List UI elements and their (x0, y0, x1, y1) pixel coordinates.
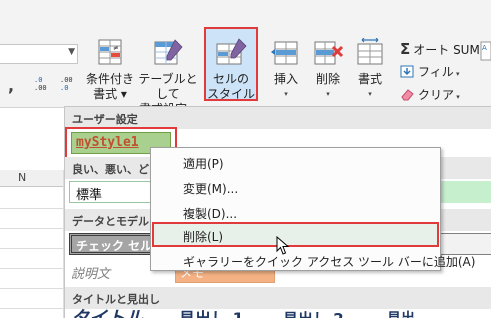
section-header-titles: タイトルと見出し (65, 287, 491, 309)
number-format-combo[interactable]: ▼ (0, 44, 78, 64)
clear-label: クリア (418, 88, 455, 102)
grid-line (0, 208, 64, 209)
conditional-formatting-button[interactable]: ≠ 条件付き 書式 ▾ (84, 38, 136, 104)
style-tile-explanatory[interactable]: 説明文 (69, 261, 163, 283)
column-header-row: N (0, 170, 64, 187)
insert-label: 挿入 (273, 72, 298, 86)
svg-text:A: A (482, 44, 487, 52)
increase-decimal-button[interactable]: .0 .00 (34, 76, 54, 92)
decrease-decimal-top-label: .00 (60, 76, 73, 84)
style-tile-heading1[interactable]: 見出し 1 (179, 308, 244, 318)
autosum-label: オート SUM (413, 43, 480, 57)
conditional-formatting-icon: ≠ (98, 39, 122, 65)
mouse-pointer-icon (276, 236, 290, 255)
autosum-button[interactable]: Σオート SUM ▾ (400, 40, 486, 58)
menu-item-delete[interactable]: 削除(L) (152, 222, 439, 247)
style-tile-heading2[interactable]: 見出し 2 (283, 308, 344, 318)
style-tile-good[interactable] (435, 181, 491, 203)
sigma-icon: Σ (400, 40, 411, 58)
cell-styles-icon (216, 38, 247, 65)
cell-styles-button[interactable]: セルの スタイル ▾ (204, 27, 258, 116)
decrease-decimal-bottom-label: .0 (60, 84, 69, 92)
style-tile-normal[interactable]: 標準 (69, 181, 163, 203)
insert-caret: ▾ (284, 90, 288, 98)
menu-item-apply[interactable]: 適用(P) (152, 150, 439, 174)
section-header-user: ユーザー設定 (65, 107, 491, 129)
format-cells-button[interactable]: 書式 ▾ (352, 38, 388, 104)
ribbon: ▼ , .0 .00 .00 .0 数値 ≠ 条件付き 書式 ▾ (0, 0, 491, 121)
chevron-down-icon: ▾ (454, 93, 460, 101)
format-cells-icon (357, 38, 383, 65)
sort-filter-icon[interactable]: A (480, 40, 491, 62)
title-styles-row: タイトル 見出し 1 見出し 2 見出 (71, 308, 491, 318)
chevron-down-icon[interactable]: ▼ (68, 47, 75, 57)
style-tile-title[interactable]: タイトル (71, 308, 143, 318)
format-as-table-label-1: テーブルとして (138, 72, 198, 101)
delete-caret: ▾ (326, 90, 330, 98)
menu-item-duplicate[interactable]: 複製(D)... (152, 200, 439, 224)
grid-line (0, 268, 64, 269)
delete-label: 削除 (315, 72, 340, 86)
style-tile-heading3[interactable]: 見出 (387, 308, 415, 318)
fill-label: フィル (418, 65, 454, 79)
insert-cells-button[interactable]: 挿入 ▾ (268, 38, 304, 104)
format-caret: ▾ (368, 90, 372, 98)
decrease-decimal-button[interactable]: .00 .0 (60, 76, 80, 92)
menu-item-add-to-quick-access[interactable]: ギャラリーをクイック アクセス ツール バーに追加(A) (152, 248, 475, 272)
style-context-menu: 適用(P) 変更(M)... 複製(D)... 削除(L) ギャラリーをクイック… (150, 147, 475, 272)
delete-cells-button[interactable]: 削除 ▾ (309, 38, 347, 104)
grid-line (0, 228, 64, 229)
format-label: 書式 (357, 72, 382, 86)
grid-line (0, 288, 64, 289)
style-tile-input[interactable] (435, 233, 491, 255)
conditional-formatting-label-2: 書式 ▾ (93, 87, 127, 101)
comma-style-button[interactable]: , (8, 76, 22, 95)
chevron-down-icon: ▾ (453, 70, 460, 78)
insert-cells-icon (271, 41, 298, 65)
grid-line (0, 248, 64, 249)
menu-item-modify[interactable]: 変更(M)... (152, 175, 439, 199)
increase-decimal-top-label: .0 (34, 76, 43, 84)
fill-down-icon (400, 65, 414, 78)
style-tile-check-cell[interactable]: チェック セル (69, 233, 163, 255)
conditional-formatting-label-1: 条件付き (85, 72, 134, 86)
eraser-icon (401, 89, 414, 101)
increase-decimal-bottom-label: .00 (34, 84, 47, 92)
format-as-table-icon (154, 39, 183, 65)
format-as-table-button[interactable]: テーブルとして 書式設定 ▾ (136, 38, 200, 116)
clear-button[interactable]: クリア ▾ (400, 86, 460, 103)
cell-styles-label-1: セルの (212, 72, 249, 86)
column-header-n[interactable]: N (18, 171, 26, 184)
fill-button[interactable]: フィル ▾ (400, 63, 460, 80)
grid-line (0, 308, 64, 309)
svg-text:≠: ≠ (113, 44, 119, 52)
delete-cells-icon (314, 41, 344, 65)
